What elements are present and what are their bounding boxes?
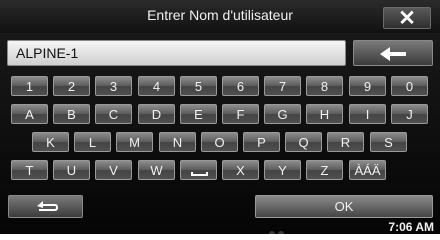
key-label: Y <box>278 163 287 178</box>
key-4[interactable]: 4 <box>138 76 175 96</box>
key-u[interactable]: U <box>53 160 90 180</box>
ok-label: OK <box>334 199 354 214</box>
key-g[interactable]: G <box>264 104 301 124</box>
key-h[interactable]: H <box>306 104 343 124</box>
key-label: B <box>67 107 76 122</box>
key-label: V <box>109 163 118 178</box>
key-label: N <box>172 135 183 150</box>
username-input[interactable]: ALPINE-1 <box>7 40 346 66</box>
key-label: U <box>66 163 77 178</box>
return-icon <box>37 201 58 211</box>
key-y[interactable]: Y <box>264 160 301 180</box>
key-label: Z <box>320 163 329 178</box>
key-q[interactable]: Q <box>285 132 322 152</box>
key-space[interactable] <box>180 160 217 180</box>
key-5[interactable]: 5 <box>180 76 217 96</box>
key-label: K <box>46 135 55 150</box>
key-àáä[interactable]: ÀÁÄ <box>349 160 386 180</box>
key-label: 4 <box>152 79 161 94</box>
key-label: M <box>129 135 140 150</box>
key-label: R <box>340 135 351 150</box>
key-l[interactable]: L <box>74 132 111 152</box>
key-label: 9 <box>363 79 372 94</box>
key-label: A <box>25 107 34 122</box>
key-label: O <box>214 135 225 150</box>
close-button[interactable]: ✕ <box>383 7 431 30</box>
key-k[interactable]: K <box>32 132 69 152</box>
space-icon <box>191 172 208 176</box>
key-label: 8 <box>320 79 329 94</box>
key-label: L <box>88 135 97 150</box>
key-1[interactable]: 1 <box>11 76 48 96</box>
page-title: Entrer Nom d'utilisateur <box>147 7 293 23</box>
key-label: F <box>236 107 245 122</box>
key-label: I <box>365 107 370 122</box>
key-j[interactable]: J <box>391 104 428 124</box>
key-label: ÀÁÄ <box>354 163 381 178</box>
key-label: Q <box>298 135 309 150</box>
key-6[interactable]: 6 <box>222 76 259 96</box>
key-label: X <box>236 163 245 178</box>
title-bar: Entrer Nom d'utilisateur ✕ <box>0 0 440 33</box>
key-label: G <box>277 107 288 122</box>
key-label: W <box>150 163 163 178</box>
key-label: 3 <box>109 79 118 94</box>
key-label: 0 <box>405 79 414 94</box>
key-label: S <box>384 135 393 150</box>
key-3[interactable]: 3 <box>95 76 132 96</box>
key-r[interactable]: R <box>327 132 364 152</box>
key-9[interactable]: 9 <box>349 76 386 96</box>
key-x[interactable]: X <box>222 160 259 180</box>
key-z[interactable]: Z <box>306 160 343 180</box>
key-c[interactable]: C <box>95 104 132 124</box>
key-f[interactable]: F <box>222 104 259 124</box>
clock: 7:06 AM <box>388 220 434 234</box>
status-indicators <box>269 224 287 234</box>
key-i[interactable]: I <box>349 104 386 124</box>
key-b[interactable]: B <box>53 104 90 124</box>
backspace-button[interactable] <box>353 40 433 66</box>
key-n[interactable]: N <box>159 132 196 152</box>
key-t[interactable]: T <box>11 160 48 180</box>
username-input-value: ALPINE-1 <box>16 45 79 61</box>
key-label: 5 <box>194 79 203 94</box>
key-v[interactable]: V <box>95 160 132 180</box>
key-2[interactable]: 2 <box>53 76 90 96</box>
key-label: P <box>257 135 266 150</box>
close-icon: ✕ <box>398 7 416 30</box>
key-label: C <box>108 107 119 122</box>
key-o[interactable]: O <box>201 132 238 152</box>
key-label: 6 <box>236 79 245 94</box>
key-label: 7 <box>278 79 287 94</box>
key-8[interactable]: 8 <box>306 76 343 96</box>
key-p[interactable]: P <box>243 132 280 152</box>
arrow-left-icon <box>380 47 406 61</box>
key-d[interactable]: D <box>138 104 175 124</box>
key-label: J <box>406 107 413 122</box>
key-7[interactable]: 7 <box>264 76 301 96</box>
key-label: 1 <box>25 79 34 94</box>
key-label: T <box>25 163 34 178</box>
key-a[interactable]: A <box>11 104 48 124</box>
key-label: E <box>194 107 203 122</box>
key-label: 2 <box>67 79 76 94</box>
key-w[interactable]: W <box>138 160 175 180</box>
key-0[interactable]: 0 <box>391 76 428 96</box>
return-button[interactable] <box>8 195 83 218</box>
key-e[interactable]: E <box>180 104 217 124</box>
keyboard-screen: Entrer Nom d'utilisateur ✕ ALPINE-1 1 2 3 4… <box>0 0 440 234</box>
status-bar: 7:06 AM <box>0 220 440 234</box>
ok-button[interactable]: OK <box>255 195 433 218</box>
key-m[interactable]: M <box>116 132 153 152</box>
key-label: D <box>151 107 162 122</box>
key-label: H <box>319 107 330 122</box>
key-s[interactable]: S <box>370 132 407 152</box>
